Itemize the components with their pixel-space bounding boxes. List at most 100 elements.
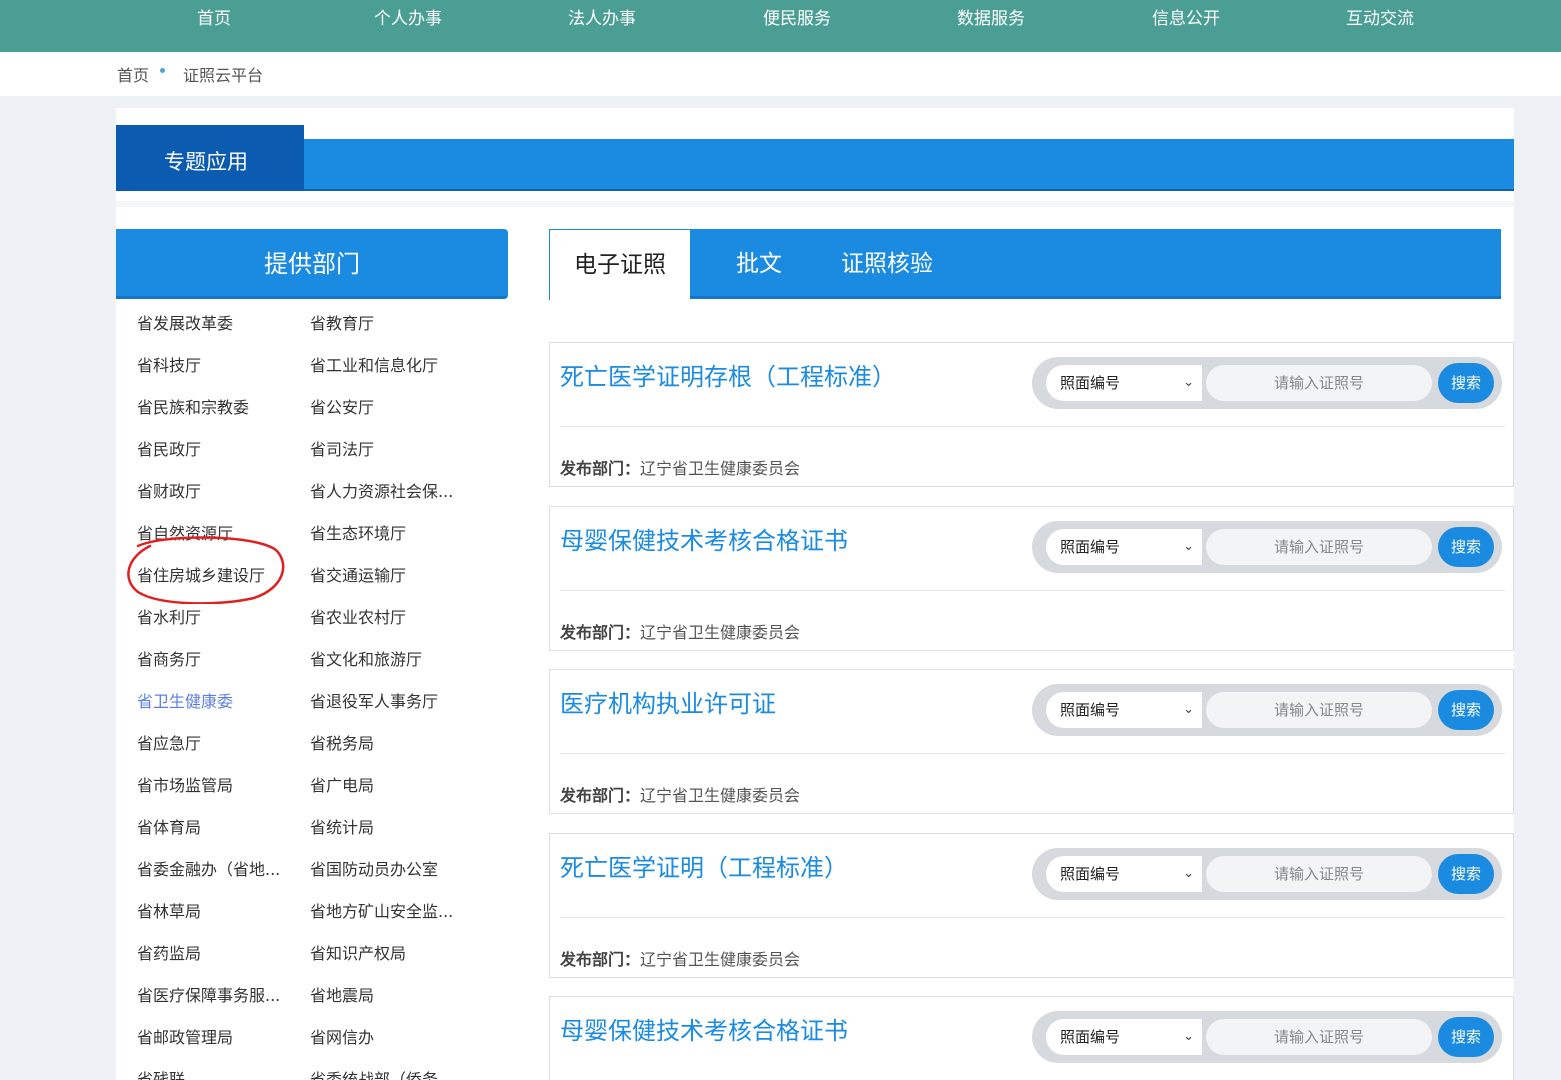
department-item[interactable]: 省科技厅 [137, 352, 201, 376]
publisher-name: 辽宁省卫生健康委员会 [640, 949, 801, 969]
department-item[interactable]: 省卫生健康委 [137, 688, 233, 712]
nav-legal-person[interactable]: 法人办事 [542, 4, 662, 29]
tab-electronic-license[interactable]: 电子证照 [549, 229, 690, 300]
department-item[interactable]: 省药监局 [137, 940, 201, 964]
department-item[interactable]: 省应急厅 [137, 730, 201, 754]
department-item[interactable]: 省网信办 [310, 1024, 374, 1048]
main-panel: 专题应用 提供部门 省发展改革委 省教育厅 省科技厅 省工业和信息化厅 省民族和宗教委省… [116, 108, 1514, 1080]
publisher-line: 发布部门：辽宁省卫生健康委员会 [560, 619, 800, 643]
nav-convenience[interactable]: 便民服务 [737, 4, 857, 29]
search-button[interactable]: 搜索 [1438, 690, 1494, 730]
department-item[interactable]: 省林草局 [137, 898, 201, 922]
department-item[interactable]: 省邮政管理局 [137, 1024, 233, 1048]
search-type-value: 照面编号 [1060, 701, 1121, 719]
department-item[interactable]: 省体育局 [137, 814, 201, 838]
search-type-select[interactable]: 照面编号 ⌄ [1046, 528, 1202, 565]
cert-card: 死亡医学证明存根（工程标准） 照面编号 ⌄ 请输入证照号 搜索发布部门：辽宁省卫生健康委… [549, 342, 1514, 487]
department-item[interactable]: 省残联 [137, 1066, 185, 1080]
search-group: 照面编号 ⌄ 请输入证照号 搜索 [1032, 847, 1502, 900]
publisher-name: 辽宁省卫生健康委员会 [640, 622, 801, 642]
department-item[interactable]: 省医疗保障事务服... [137, 982, 280, 1006]
search-group: 照面编号 ⌄ 请输入证照号 搜索 [1032, 520, 1502, 573]
search-button[interactable]: 搜索 [1438, 1017, 1494, 1057]
department-item[interactable]: 省统计局 [310, 814, 374, 838]
department-item[interactable]: 省司法厅 [310, 436, 374, 460]
search-button[interactable]: 搜索 [1438, 363, 1494, 403]
department-item[interactable]: 省委统战部（侨务... [310, 1066, 453, 1080]
search-type-select[interactable]: 照面编号 ⌄ [1046, 855, 1202, 892]
department-item[interactable]: 省退役军人事务厅 [310, 688, 438, 712]
search-group: 照面编号 ⌄ 请输入证照号 搜索 [1032, 357, 1502, 409]
topic-bar [116, 139, 1514, 191]
nav-info-open[interactable]: 信息公开 [1126, 4, 1246, 29]
department-item[interactable]: 省交通运输厅 [310, 562, 406, 586]
topic-title: 专题应用 [164, 150, 248, 174]
card-divider [560, 916, 1505, 918]
department-item[interactable]: 省工业和信息化厅 [310, 352, 438, 376]
publisher-label: 发布部门： [560, 949, 641, 969]
license-number-input[interactable]: 请输入证照号 [1206, 1019, 1432, 1055]
department-item[interactable]: 省民政厅 [137, 436, 201, 460]
publisher-line: 发布部门：辽宁省卫生健康委员会 [560, 946, 800, 970]
publisher-line: 发布部门：辽宁省卫生健康委员会 [560, 455, 800, 479]
search-type-select[interactable]: 照面编号 ⌄ [1046, 692, 1202, 728]
breadcrumb-home[interactable]: 首页 [117, 62, 149, 86]
department-item[interactable]: 省委金融办（省地... [137, 856, 280, 880]
department-item[interactable]: 省发展改革委 [137, 310, 233, 334]
nav-data-service[interactable]: 数据服务 [931, 4, 1051, 29]
department-item[interactable]: 省商务厅 [137, 646, 201, 670]
department-item[interactable]: 省住房城乡建设厅 [137, 562, 265, 586]
cert-card: 母婴保健技术考核合格证书 照面编号 ⌄ 请输入证照号 搜索发布部门：辽宁省卫生健康委员会 [549, 505, 1514, 651]
department-item[interactable]: 省税务局 [310, 730, 374, 754]
department-item[interactable]: 省水利厅 [137, 604, 201, 628]
cert-title[interactable]: 死亡医学证明（工程标准） [560, 848, 848, 883]
publisher-name: 辽宁省卫生健康委员会 [640, 786, 801, 805]
topic-tab-cap [116, 125, 304, 139]
search-type-select[interactable]: 照面编号 ⌄ [1046, 1019, 1202, 1055]
department-item[interactable]: 省教育厅 [310, 310, 374, 334]
nav-home[interactable]: 首页 [154, 4, 274, 29]
breadcrumb-separator [160, 68, 165, 73]
cert-card: 死亡医学证明（工程标准） 照面编号 ⌄ 请输入证照号 搜索发布部门：辽宁省卫生健康委员会 [549, 832, 1514, 978]
department-item[interactable]: 省国防动员办公室 [310, 856, 438, 880]
department-item[interactable]: 省生态环境厅 [310, 520, 406, 544]
department-item[interactable]: 省知识产权局 [310, 940, 406, 964]
search-type-select[interactable]: 照面编号 ⌄ [1046, 365, 1202, 401]
license-number-input[interactable]: 请输入证照号 [1206, 365, 1432, 401]
department-item[interactable]: 省公安厅 [310, 394, 374, 418]
nav-personal[interactable]: 个人办事 [348, 4, 468, 29]
tab-approval[interactable]: 批文 [736, 229, 782, 299]
department-item[interactable]: 省文化和旅游厅 [310, 646, 422, 670]
license-number-input[interactable]: 请输入证照号 [1206, 855, 1432, 892]
department-item[interactable]: 省民族和宗教委 [137, 394, 249, 418]
department-item[interactable]: 省自然资源厅 [137, 520, 233, 544]
chevron-down-icon: ⌄ [1183, 702, 1194, 717]
breadcrumb: 首页 证照云平台 [0, 52, 1561, 96]
department-item[interactable]: 省农业农村厅 [310, 604, 406, 628]
publisher-label: 发布部门： [560, 622, 641, 642]
cert-title[interactable]: 母婴保健技术考核合格证书 [560, 521, 848, 556]
chevron-down-icon: ⌄ [1183, 865, 1194, 881]
department-item[interactable]: 省财政厅 [137, 478, 201, 502]
card-divider [560, 426, 1505, 427]
department-item[interactable]: 省人力资源社会保... [310, 478, 453, 502]
cert-title[interactable]: 医疗机构执业许可证 [560, 684, 776, 719]
card-divider [560, 753, 1505, 754]
nav-interaction[interactable]: 互动交流 [1320, 4, 1440, 29]
license-number-input[interactable]: 请输入证照号 [1206, 692, 1432, 728]
search-button[interactable]: 搜索 [1438, 853, 1494, 894]
cert-title[interactable]: 死亡医学证明存根（工程标准） [560, 357, 896, 392]
cert-title[interactable]: 母婴保健技术考核合格证书 [560, 1011, 848, 1046]
department-item[interactable]: 省地方矿山安全监... [310, 898, 453, 922]
cert-card: 母婴保健技术考核合格证书 照面编号 ⌄ 请输入证照号 搜索 [549, 996, 1514, 1080]
license-number-input[interactable]: 请输入证照号 [1206, 528, 1432, 565]
chevron-down-icon: ⌄ [1183, 1029, 1194, 1044]
publisher-label: 发布部门： [560, 459, 641, 478]
tab-license-verify[interactable]: 证照核验 [841, 229, 933, 299]
department-item[interactable]: 省广电局 [310, 772, 374, 796]
publisher-line: 发布部门：辽宁省卫生健康委员会 [560, 782, 800, 806]
department-item[interactable]: 省市场监管局 [137, 772, 233, 796]
department-item[interactable]: 省地震局 [310, 982, 374, 1006]
publisher-label: 发布部门： [560, 786, 641, 805]
search-button[interactable]: 搜索 [1438, 526, 1494, 567]
